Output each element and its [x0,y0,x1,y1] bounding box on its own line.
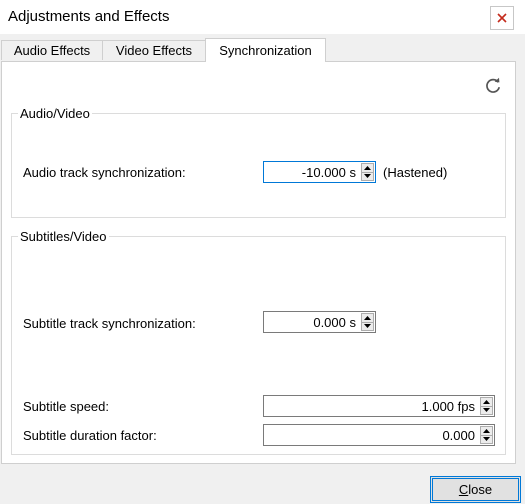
spin-down-button[interactable] [480,406,493,415]
audio-sync-label: Audio track synchronization: [23,165,186,180]
spin-arrows [480,426,493,444]
subtitle-duration-label: Subtitle duration factor: [23,428,157,443]
window-close-button[interactable] [490,6,514,30]
audio-sync-status: (Hastened) [383,165,448,180]
refresh-icon [486,77,501,93]
audio-sync-input[interactable] [264,162,360,182]
subtitle-duration-input[interactable] [264,425,479,445]
tab-label: Synchronization [219,43,312,58]
close-button-label: lose [468,482,493,497]
tab-bar: Audio Effects Video Effects Synchronizat… [0,38,525,62]
spin-up-button[interactable] [361,313,374,323]
arrow-up-icon [364,315,371,320]
audio-video-group: Audio/Video [11,106,506,218]
group-title: Subtitles/Video [20,229,107,244]
arrow-down-icon [364,174,371,179]
subtitle-speed-input[interactable] [264,396,479,416]
arrow-down-icon [483,408,490,413]
spin-down-button[interactable] [361,172,374,181]
arrow-down-icon [364,324,371,329]
group-title: Audio/Video [20,106,90,121]
spin-arrows [361,313,374,331]
audio-sync-spinbox[interactable] [263,161,376,183]
subtitles-video-group: Subtitles/Video [11,229,506,455]
arrow-up-icon [483,428,490,433]
window-title: Adjustments and Effects [8,8,170,25]
close-icon [497,13,507,23]
subtitle-sync-input[interactable] [264,312,360,332]
subtitle-speed-spinbox[interactable] [263,395,495,417]
subtitle-sync-spinbox[interactable] [263,311,376,333]
spin-up-button[interactable] [480,426,493,436]
arrow-down-icon [483,437,490,442]
tab-label: Video Effects [115,43,193,58]
spin-up-button[interactable] [480,397,493,407]
close-button-mnemonic: C [458,482,469,497]
close-button[interactable]: Close [430,476,521,503]
spin-arrows [361,163,374,181]
subtitle-duration-spinbox[interactable] [263,424,495,446]
tab-label: Audio Effects [13,43,91,58]
title-bar: Adjustments and Effects [0,0,525,34]
reset-button[interactable] [483,76,503,96]
tab-synchronization[interactable]: Synchronization [205,38,326,62]
spin-up-button[interactable] [361,163,374,173]
arrow-up-icon [483,399,490,404]
spin-down-button[interactable] [361,322,374,331]
tab-video-effects[interactable]: Video Effects [102,40,206,60]
tab-audio-effects[interactable]: Audio Effects [1,40,103,60]
subtitle-sync-label: Subtitle track synchronization: [23,316,196,331]
spin-arrows [480,397,493,415]
subtitle-speed-label: Subtitle speed: [23,399,110,414]
spin-down-button[interactable] [480,435,493,444]
arrow-up-icon [364,165,371,170]
